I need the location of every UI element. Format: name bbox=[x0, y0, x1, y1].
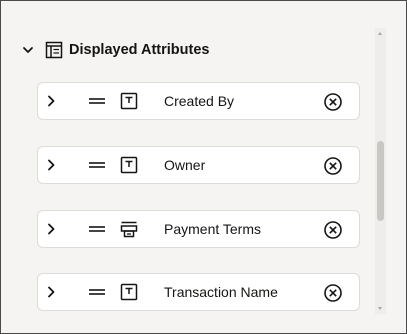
drag-handle-icon[interactable] bbox=[88, 286, 106, 298]
scroll-up-arrow-icon[interactable] bbox=[378, 32, 382, 35]
remove-circle-icon[interactable] bbox=[323, 283, 343, 303]
attribute-label: Created By bbox=[164, 93, 235, 109]
text-field-icon bbox=[120, 92, 138, 110]
chevron-right-icon[interactable] bbox=[44, 94, 58, 108]
section-header[interactable]: Displayed Attributes bbox=[21, 39, 209, 61]
text-field-icon bbox=[120, 283, 138, 301]
section-title: Displayed Attributes bbox=[69, 42, 210, 58]
drag-handle-icon[interactable] bbox=[88, 159, 106, 171]
attribute-row-created-by[interactable]: Created By bbox=[37, 82, 360, 120]
text-field-icon bbox=[120, 156, 138, 174]
attribute-row-transaction-name[interactable]: Transaction Name bbox=[37, 273, 360, 311]
remove-circle-icon[interactable] bbox=[323, 156, 343, 176]
select-field-icon bbox=[120, 220, 138, 238]
remove-circle-icon[interactable] bbox=[323, 220, 343, 240]
remove-circle-icon[interactable] bbox=[323, 92, 343, 112]
attribute-label: Transaction Name bbox=[164, 284, 278, 300]
table-layout-icon bbox=[45, 41, 63, 59]
attribute-row-payment-terms[interactable]: Payment Terms bbox=[37, 210, 360, 248]
attribute-label: Owner bbox=[164, 157, 206, 173]
displayed-attributes-panel: Displayed Attributes Created By Owner Pa… bbox=[0, 0, 407, 334]
scroll-down-arrow-icon[interactable] bbox=[378, 307, 382, 310]
drag-handle-icon[interactable] bbox=[88, 223, 106, 235]
chevron-right-icon[interactable] bbox=[44, 222, 58, 236]
drag-handle-icon[interactable] bbox=[88, 95, 106, 107]
attribute-label: Payment Terms bbox=[164, 221, 261, 237]
chevron-right-icon[interactable] bbox=[44, 158, 58, 172]
attribute-row-owner[interactable]: Owner bbox=[37, 146, 360, 184]
chevron-right-icon[interactable] bbox=[44, 285, 58, 299]
vertical-scrollbar[interactable] bbox=[375, 28, 386, 314]
scrollbar-thumb[interactable] bbox=[377, 141, 384, 221]
chevron-down-icon[interactable] bbox=[21, 43, 35, 57]
